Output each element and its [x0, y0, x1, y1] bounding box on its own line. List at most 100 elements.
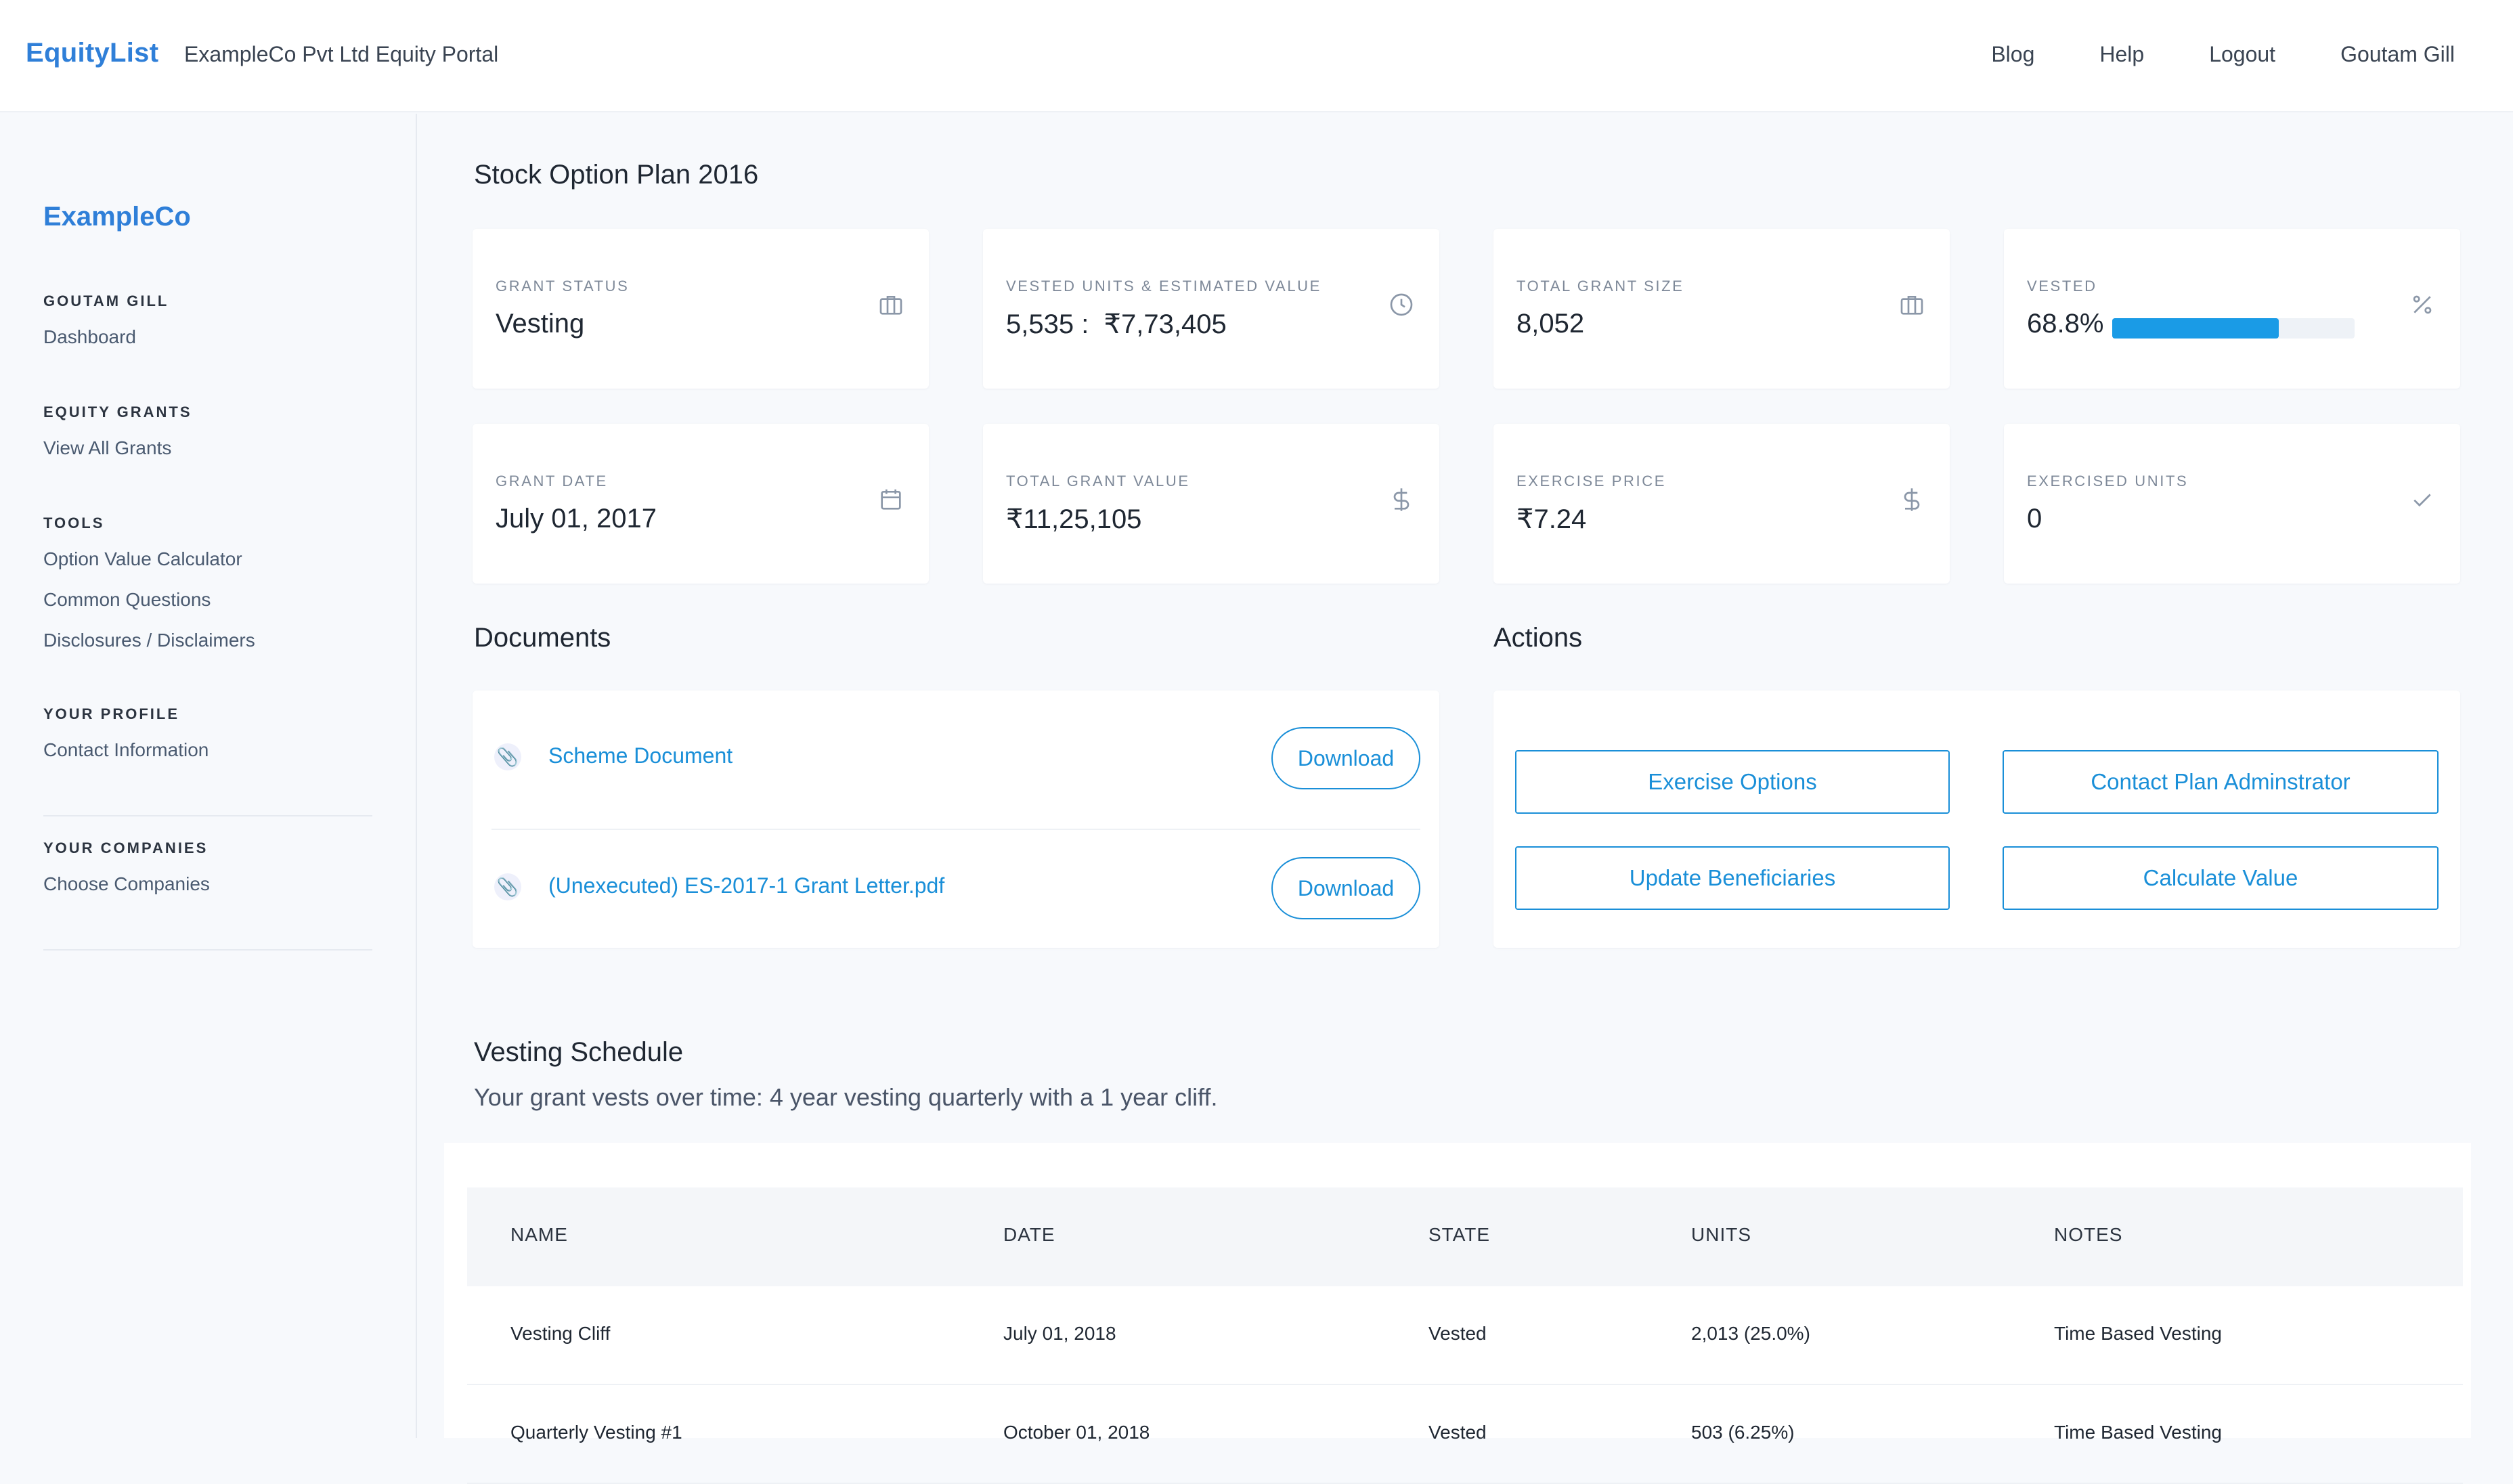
dollar-icon	[1386, 485, 1416, 515]
sidebar-heading: YOUR COMPANIES	[43, 839, 209, 856]
cell-state: Vested	[1428, 1422, 1487, 1443]
sidebar-heading: GOUTAM GILL	[43, 292, 169, 309]
vested-progress-bar	[2112, 318, 2355, 339]
stat-value: 0	[2027, 504, 2042, 533]
top-bar: EquityList ExampleCo Pvt Ltd Equity Port…	[0, 0, 2513, 112]
stat-value: 5,535 : ₹7,73,405	[1006, 309, 1227, 339]
stat-label: TOTAL GRANT VALUE	[1006, 473, 1190, 489]
stat-label: TOTAL GRANT SIZE	[1516, 278, 1684, 294]
sidebar-divider	[43, 949, 372, 951]
actions-title: Actions	[1493, 623, 1583, 653]
page-title: Stock Option Plan 2016	[474, 160, 759, 190]
document-row: 📎 Scheme Document Download	[491, 691, 1420, 819]
sidebar-item-dashboard[interactable]: Dashboard	[43, 326, 372, 348]
paperclip-icon: 📎	[494, 743, 521, 770]
sidebar-section-profile: YOUR PROFILE Contact Information	[43, 705, 372, 780]
column-header-units: UNITS	[1691, 1224, 1751, 1245]
cell-name: Vesting Cliff	[510, 1323, 611, 1344]
sidebar-section-user: GOUTAM GILL Dashboard	[43, 292, 372, 367]
sidebar-section-companies: YOUR COMPANIES Choose Companies	[43, 839, 372, 914]
nav-help[interactable]: Help	[2099, 42, 2144, 67]
sidebar-item-disclosures[interactable]: Disclosures / Disclaimers	[43, 630, 372, 651]
column-header-date: DATE	[1003, 1224, 1055, 1245]
cell-date: October 01, 2018	[1003, 1422, 1150, 1443]
stat-label: EXERCISED UNITS	[2027, 473, 2189, 489]
sidebar-heading: TOOLS	[43, 515, 105, 531]
stat-value: 68.8%	[2027, 309, 2104, 339]
download-button[interactable]: Download	[1271, 727, 1420, 789]
portal-title: ExampleCo Pvt Ltd Equity Portal	[184, 42, 499, 66]
cell-units: 503 (6.25%)	[1691, 1422, 1795, 1443]
sidebar-section-tools: TOOLS Option Value Calculator Common Que…	[43, 515, 372, 670]
stat-value: July 01, 2017	[496, 504, 657, 533]
sidebar-heading: EQUITY GRANTS	[43, 403, 192, 420]
stat-card-total-grant-value: TOTAL GRANT VALUE ₹11,25,105	[983, 424, 1439, 584]
cell-units: 2,013 (25.0%)	[1691, 1323, 1810, 1344]
stat-card-total-grant-size: TOTAL GRANT SIZE 8,052	[1493, 229, 1950, 389]
stat-value: Vesting	[496, 309, 585, 339]
top-nav: Blog Help Logout Goutam Gill	[1991, 42, 2455, 67]
document-link[interactable]: (Unexecuted) ES-2017-1 Grant Letter.pdf	[548, 873, 944, 898]
stat-value: ₹11,25,105	[1006, 504, 1142, 534]
sidebar-divider	[43, 815, 372, 816]
column-header-state: STATE	[1428, 1224, 1491, 1245]
clock-icon	[1386, 290, 1416, 320]
briefcase-icon	[876, 290, 906, 320]
vesting-schedule-subtitle: Your grant vests over time: 4 year vesti…	[474, 1083, 1218, 1111]
vested-progress-fill	[2112, 318, 2279, 339]
nav-user[interactable]: Goutam Gill	[2340, 42, 2455, 67]
stat-card-grant-date: GRANT DATE July 01, 2017	[473, 424, 929, 584]
percent-icon	[2407, 290, 2437, 320]
document-link[interactable]: Scheme Document	[548, 743, 733, 768]
stat-card-vested-units: VESTED UNITS & ESTIMATED VALUE 5,535 : ₹…	[983, 229, 1439, 389]
sidebar-item-common-questions[interactable]: Common Questions	[43, 589, 372, 611]
dollar-icon	[1897, 485, 1927, 515]
stat-card-grant-status: GRANT STATUS Vesting	[473, 229, 929, 389]
sidebar-section-equity-grants: EQUITY GRANTS View All Grants	[43, 403, 372, 478]
sidebar-item-view-all-grants[interactable]: View All Grants	[43, 437, 372, 459]
stat-label: GRANT STATUS	[496, 278, 630, 294]
stat-label: GRANT DATE	[496, 473, 608, 489]
check-icon	[2407, 485, 2437, 515]
cell-date: July 01, 2018	[1003, 1323, 1116, 1344]
main-content: Stock Option Plan 2016 GRANT STATUS Vest…	[418, 114, 2513, 1484]
nav-logout[interactable]: Logout	[2209, 42, 2275, 67]
download-button[interactable]: Download	[1271, 857, 1420, 919]
cell-notes: Time Based Vesting	[2054, 1323, 2222, 1344]
vesting-table: NAME DATE STATE UNITS NOTES Vesting Clif…	[444, 1143, 2471, 1484]
documents-title: Documents	[474, 623, 611, 653]
stat-card-vested: VESTED 68.8%	[2004, 229, 2460, 389]
sidebar-heading: YOUR PROFILE	[43, 705, 180, 722]
calculate-value-button[interactable]: Calculate Value	[2003, 846, 2439, 910]
column-header-notes: NOTES	[2054, 1224, 2123, 1245]
vesting-schedule-title: Vesting Schedule	[474, 1037, 684, 1067]
documents-card: 📎 Scheme Document Download 📎 (Unexecuted…	[473, 691, 1439, 948]
update-beneficiaries-button[interactable]: Update Beneficiaries	[1515, 846, 1950, 910]
stat-card-exercised-units: EXERCISED UNITS 0	[2004, 424, 2460, 584]
brand-logo[interactable]: EquityList	[26, 38, 158, 68]
cell-state: Vested	[1428, 1323, 1487, 1344]
stat-label: EXERCISE PRICE	[1516, 473, 1667, 489]
exercise-options-button[interactable]: Exercise Options	[1515, 750, 1950, 814]
sidebar-item-contact-information[interactable]: Contact Information	[43, 739, 372, 761]
table-header: NAME DATE STATE UNITS NOTES	[467, 1187, 2463, 1286]
stat-label: VESTED UNITS & ESTIMATED VALUE	[1006, 278, 1321, 294]
stat-value: 8,052	[1516, 309, 1585, 339]
sidebar-item-option-value-calculator[interactable]: Option Value Calculator	[43, 548, 372, 570]
table-row: Vesting Cliff July 01, 2018 Vested 2,013…	[467, 1286, 2463, 1385]
actions-card: Exercise Options Contact Plan Adminstrat…	[1493, 691, 2460, 948]
document-row: 📎 (Unexecuted) ES-2017-1 Grant Letter.pd…	[491, 821, 1420, 949]
stat-card-exercise-price: EXERCISE PRICE ₹7.24	[1493, 424, 1950, 584]
cell-name: Quarterly Vesting #1	[510, 1422, 682, 1443]
contact-plan-administrator-button[interactable]: Contact Plan Adminstrator	[2003, 750, 2439, 814]
paperclip-icon: 📎	[494, 873, 521, 900]
cell-notes: Time Based Vesting	[2054, 1422, 2222, 1443]
stat-value: ₹7.24	[1516, 504, 1587, 534]
sidebar-item-choose-companies[interactable]: Choose Companies	[43, 873, 372, 895]
table-row: Quarterly Vesting #1 October 01, 2018 Ve…	[467, 1385, 2463, 1484]
calendar-icon	[876, 485, 906, 515]
sidebar-company-name[interactable]: ExampleCo	[43, 202, 191, 232]
sidebar: ExampleCo GOUTAM GILL Dashboard EQUITY G…	[0, 114, 417, 1438]
column-header-name: NAME	[510, 1224, 568, 1245]
nav-blog[interactable]: Blog	[1991, 42, 2034, 67]
